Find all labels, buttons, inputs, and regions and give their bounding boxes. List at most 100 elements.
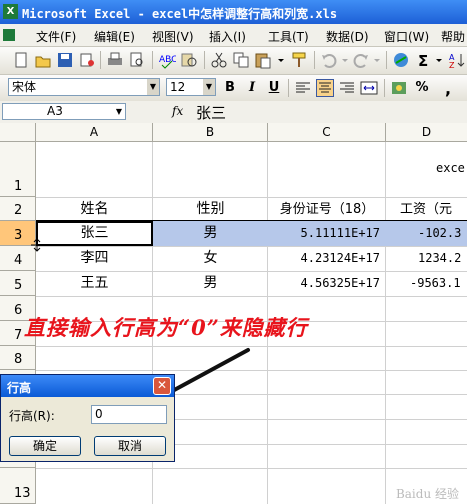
font-size-combo[interactable]: 12 ▼ bbox=[166, 78, 216, 96]
column-header-c[interactable]: C bbox=[268, 123, 386, 142]
paste-icon[interactable] bbox=[254, 51, 272, 69]
svg-text:ABC: ABC bbox=[159, 55, 176, 65]
menu-edit[interactable]: 编辑(E) bbox=[94, 28, 135, 45]
cell-c5[interactable]: 4.56325E+17 bbox=[268, 271, 386, 296]
row-header-13[interactable]: 13 bbox=[0, 468, 36, 504]
chevron-down-icon[interactable]: ▼ bbox=[113, 104, 125, 119]
watermark-text: Baidu 经验 bbox=[395, 487, 459, 501]
annotation-text: 直接输入行高为“0”来隐藏行 bbox=[24, 315, 308, 340]
autosum-icon[interactable]: Σ bbox=[416, 51, 434, 70]
align-center-icon[interactable] bbox=[316, 79, 334, 97]
font-name-combo[interactable]: 宋体 ▼ bbox=[8, 78, 160, 96]
undo-dropdown-icon[interactable] bbox=[340, 51, 350, 69]
row-resize-cursor-icon bbox=[30, 238, 44, 252]
menu-bar: 文件(F) 编辑(E) 视图(V) 插入(I) 工具(T) 数据(D) 窗口(W… bbox=[0, 24, 467, 47]
row-height-label: 行高(R): bbox=[9, 409, 55, 423]
cell-b5[interactable]: 男 bbox=[153, 271, 268, 296]
save-icon[interactable] bbox=[56, 51, 74, 69]
menu-tools[interactable]: 工具(T) bbox=[268, 28, 309, 45]
excel-icon: X bbox=[3, 4, 18, 19]
menu-insert[interactable]: 插入(I) bbox=[209, 28, 246, 45]
copy-icon[interactable] bbox=[232, 51, 250, 69]
currency-icon[interactable] bbox=[390, 79, 408, 97]
cell-d3[interactable]: -102.3 bbox=[386, 221, 467, 246]
paste-dropdown-icon[interactable] bbox=[276, 51, 286, 69]
cell-b2[interactable]: 性别 bbox=[153, 198, 268, 221]
svg-text:Z: Z bbox=[449, 61, 455, 69]
cell-d2[interactable]: 工资（元 bbox=[386, 198, 467, 221]
title-bar: X Microsoft Excel - excel中怎样调整行高和列宽.xls bbox=[0, 0, 467, 24]
cell-a2[interactable]: 姓名 bbox=[36, 198, 153, 221]
cell-d1[interactable]: exce bbox=[436, 161, 465, 175]
redo-icon[interactable] bbox=[352, 51, 370, 69]
column-header-d[interactable]: D bbox=[386, 123, 467, 142]
align-right-icon[interactable] bbox=[338, 79, 356, 97]
merge-center-icon[interactable] bbox=[360, 79, 378, 97]
format-painter-icon[interactable] bbox=[290, 51, 308, 69]
spelling-icon[interactable]: ABC bbox=[158, 51, 177, 69]
percent-button[interactable]: % bbox=[412, 79, 432, 97]
row-header-5[interactable]: 5 bbox=[0, 271, 36, 296]
doc-icon bbox=[3, 29, 15, 41]
cell-c2[interactable]: 身份证号（18） bbox=[268, 198, 386, 221]
new-icon[interactable] bbox=[12, 51, 30, 69]
open-icon[interactable] bbox=[34, 51, 52, 69]
menu-view[interactable]: 视图(V) bbox=[152, 28, 194, 45]
select-all-corner[interactable] bbox=[0, 123, 36, 142]
cut-icon[interactable] bbox=[210, 51, 228, 69]
print-icon[interactable] bbox=[106, 51, 124, 69]
underline-button[interactable]: U bbox=[264, 79, 284, 97]
cell-a4[interactable]: 李四 bbox=[36, 246, 153, 271]
sort-ascending-icon[interactable]: AZ bbox=[448, 51, 466, 70]
dialog-title-bar[interactable]: 行高 ✕ bbox=[1, 375, 174, 397]
formula-bar: A3 ▼ fx 张三 bbox=[0, 101, 467, 124]
menu-window[interactable]: 窗口(W) bbox=[384, 28, 429, 45]
font-size-value: 12 bbox=[170, 80, 186, 94]
ok-button[interactable]: 确定 bbox=[9, 436, 81, 456]
formula-input[interactable]: 张三 bbox=[196, 102, 226, 123]
close-icon[interactable]: ✕ bbox=[153, 377, 171, 395]
cell-c3[interactable]: 5.11111E+17 bbox=[268, 221, 386, 246]
cell-d4[interactable]: 1234.2 bbox=[386, 246, 467, 271]
chevron-down-icon[interactable]: ▼ bbox=[147, 79, 159, 95]
row-header-1[interactable]: 1 bbox=[0, 142, 36, 197]
research-icon[interactable] bbox=[180, 51, 198, 69]
cell-a5[interactable]: 王五 bbox=[36, 271, 153, 296]
standard-toolbar: ABC Σ AZ bbox=[0, 47, 467, 75]
italic-button[interactable]: I bbox=[242, 79, 262, 97]
print-preview-icon[interactable] bbox=[128, 51, 146, 69]
row-height-input[interactable]: 0 bbox=[91, 405, 167, 424]
formatting-toolbar: 宋体 ▼ 12 ▼ B I U % , bbox=[0, 75, 467, 102]
cancel-button[interactable]: 取消 bbox=[94, 436, 166, 456]
cell-b3[interactable]: 男 bbox=[153, 221, 268, 246]
undo-icon[interactable] bbox=[320, 51, 338, 69]
insert-function-icon[interactable]: fx bbox=[172, 104, 183, 118]
row-header-2[interactable]: 2 bbox=[0, 197, 36, 221]
comma-style-icon[interactable]: , bbox=[440, 79, 458, 98]
align-left-icon[interactable] bbox=[294, 79, 312, 97]
permission-icon[interactable] bbox=[78, 51, 96, 69]
menu-file[interactable]: 文件(F) bbox=[36, 28, 76, 45]
row-height-dialog: 行高 ✕ 行高(R): 0 确定 取消 bbox=[0, 374, 175, 462]
column-header-b[interactable]: B bbox=[153, 123, 268, 142]
menu-data[interactable]: 数据(D) bbox=[326, 28, 369, 45]
redo-dropdown-icon[interactable] bbox=[372, 51, 382, 69]
name-box[interactable]: A3 ▼ bbox=[2, 103, 126, 120]
cell-c4[interactable]: 4.23124E+17 bbox=[268, 246, 386, 271]
hyperlink-icon[interactable] bbox=[392, 51, 410, 69]
cell-d5[interactable]: -9563.1 bbox=[386, 271, 467, 296]
svg-text:Σ: Σ bbox=[418, 52, 428, 69]
name-box-value: A3 bbox=[47, 104, 63, 118]
cell-a3[interactable]: 张三 bbox=[36, 221, 153, 246]
window-title: Microsoft Excel - excel中怎样调整行高和列宽.xls bbox=[22, 7, 338, 21]
svg-text:,: , bbox=[445, 79, 451, 97]
font-name-value: 宋体 bbox=[12, 80, 37, 94]
bold-button[interactable]: B bbox=[220, 79, 240, 97]
chevron-down-icon[interactable]: ▼ bbox=[203, 79, 215, 95]
dialog-title: 行高 bbox=[7, 381, 32, 395]
column-header-a[interactable]: A bbox=[36, 123, 153, 142]
row-header-8[interactable]: 8 bbox=[0, 346, 36, 370]
menu-help[interactable]: 帮助 bbox=[441, 28, 465, 45]
cell-b4[interactable]: 女 bbox=[153, 246, 268, 271]
autosum-dropdown-icon[interactable] bbox=[434, 51, 444, 69]
